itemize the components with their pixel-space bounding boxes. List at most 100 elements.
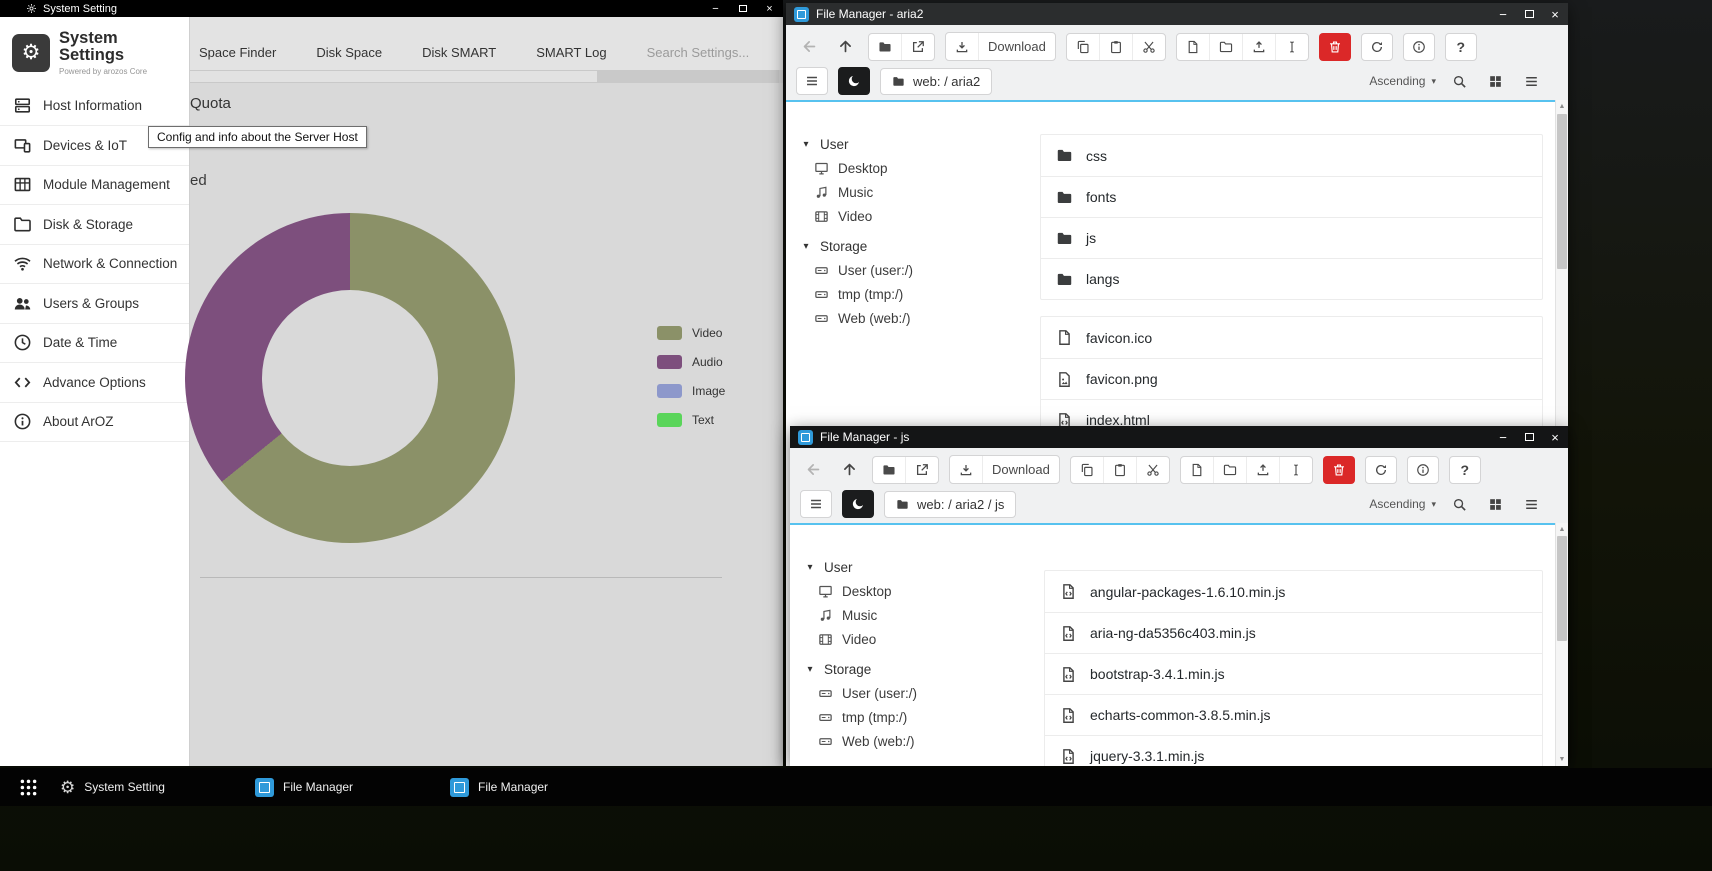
scrollbar-thumb[interactable] <box>1557 536 1567 641</box>
file-row-fonts[interactable]: fonts <box>1041 176 1542 217</box>
legend-item-image[interactable]: Image <box>657 384 725 398</box>
delete-button[interactable] <box>1323 456 1355 484</box>
help-button[interactable]: ? <box>1449 456 1481 484</box>
close-button[interactable]: × <box>1542 3 1568 25</box>
file-row-favicon-png[interactable]: favicon.png <box>1041 358 1542 399</box>
scroll-up-arrow[interactable]: ▲ <box>1556 526 1568 533</box>
back-button[interactable] <box>796 34 822 60</box>
sidebar-item-host-information[interactable]: Host Information <box>0 87 189 127</box>
rename-button[interactable] <box>1279 457 1312 483</box>
settings-search-input[interactable]: Search Settings... <box>647 45 750 60</box>
file-row-favicon-ico[interactable]: favicon.ico <box>1041 317 1542 358</box>
file-row-aria-ng[interactable]: aria-ng-da5356c403.min.js <box>1045 612 1542 653</box>
copy-button[interactable] <box>1067 34 1099 60</box>
open-external-button[interactable] <box>905 457 938 483</box>
cut-button[interactable] <box>1132 34 1165 60</box>
tree-item-desktop[interactable]: Desktop <box>805 579 1030 603</box>
up-button[interactable] <box>836 457 862 483</box>
refresh-button[interactable] <box>1361 33 1393 61</box>
window-titlebar[interactable]: System Setting − × <box>0 0 783 17</box>
menu-button[interactable] <box>800 490 832 518</box>
upload-button[interactable] <box>1246 457 1279 483</box>
minimize-button[interactable]: − <box>1490 3 1516 25</box>
horizontal-scrollbar[interactable]: > <box>190 70 783 83</box>
file-row-bootstrap[interactable]: bootstrap-3.4.1.min.js <box>1045 653 1542 694</box>
file-row-js[interactable]: js <box>1041 217 1542 258</box>
maximize-button[interactable] <box>1516 426 1542 448</box>
tree-item-desktop[interactable]: Desktop <box>801 156 1026 180</box>
list-view-button[interactable] <box>1518 491 1544 517</box>
cut-button[interactable] <box>1136 457 1169 483</box>
legend-item-text[interactable]: Text <box>657 413 725 427</box>
new-file-button[interactable] <box>1177 34 1209 60</box>
tree-section-user[interactable]: ▾User <box>801 132 1026 156</box>
refresh-button[interactable] <box>1365 456 1397 484</box>
up-button[interactable] <box>832 34 858 60</box>
sidebar-item-date-time[interactable]: Date & Time <box>0 324 189 364</box>
tree-item-web-drive[interactable]: Web (web:/) <box>805 729 1030 753</box>
open-folder-button[interactable] <box>869 34 901 60</box>
tab-smart-log[interactable]: SMART Log <box>536 45 606 60</box>
scrollbar-thumb[interactable] <box>190 71 597 82</box>
tab-space-finder[interactable]: Space Finder <box>199 45 276 60</box>
tree-item-tmp-drive[interactable]: tmp (tmp:/) <box>801 282 1026 306</box>
dark-mode-button[interactable] <box>838 67 870 95</box>
close-button[interactable]: × <box>756 0 783 17</box>
tree-item-video[interactable]: Video <box>801 204 1026 228</box>
taskbar-item-file-manager-1[interactable]: File Manager <box>243 768 438 806</box>
vertical-scrollbar[interactable]: ▲ ▼ <box>1555 523 1568 766</box>
new-folder-button[interactable] <box>1209 34 1242 60</box>
open-external-button[interactable] <box>901 34 934 60</box>
download-button[interactable]: Download <box>978 33 1055 60</box>
tree-item-music[interactable]: Music <box>805 603 1030 627</box>
help-button[interactable]: ? <box>1445 33 1477 61</box>
tree-item-user-drive[interactable]: User (user:/) <box>805 681 1030 705</box>
scroll-right-arrow[interactable]: > <box>779 70 783 83</box>
minimize-button[interactable]: − <box>1490 426 1516 448</box>
tab-disk-smart[interactable]: Disk SMART <box>422 45 496 60</box>
new-file-button[interactable] <box>1181 457 1213 483</box>
window-titlebar[interactable]: File Manager - js − × <box>790 426 1568 448</box>
new-folder-button[interactable] <box>1213 457 1246 483</box>
tree-item-tmp-drive[interactable]: tmp (tmp:/) <box>805 705 1030 729</box>
paste-button[interactable] <box>1099 34 1132 60</box>
menu-button[interactable] <box>796 67 828 95</box>
file-row-langs[interactable]: langs <box>1041 258 1542 299</box>
sidebar-item-users-groups[interactable]: Users & Groups <box>0 284 189 324</box>
restore-button[interactable] <box>729 0 756 17</box>
copy-button[interactable] <box>1071 457 1103 483</box>
scrollbar-thumb[interactable] <box>1557 114 1567 269</box>
app-launcher-button[interactable] <box>8 768 48 806</box>
file-row-jquery[interactable]: jquery-3.3.1.min.js <box>1045 735 1542 766</box>
rename-button[interactable] <box>1275 34 1308 60</box>
maximize-button[interactable] <box>1516 3 1542 25</box>
sidebar-item-module-management[interactable]: Module Management <box>0 166 189 206</box>
scroll-up-arrow[interactable]: ▲ <box>1556 103 1568 110</box>
tab-disk-space[interactable]: Disk Space <box>316 45 382 60</box>
search-button[interactable] <box>1446 68 1472 94</box>
tree-section-storage[interactable]: ▾Storage <box>801 234 1026 258</box>
grid-view-button[interactable] <box>1482 491 1508 517</box>
list-view-button[interactable] <box>1518 68 1544 94</box>
tree-item-video[interactable]: Video <box>805 627 1030 651</box>
tree-item-web-drive[interactable]: Web (web:/) <box>801 306 1026 330</box>
taskbar-item-system-setting[interactable]: ⚙System Setting <box>48 768 243 806</box>
dark-mode-button[interactable] <box>842 490 874 518</box>
sidebar-item-network-connection[interactable]: Network & Connection <box>0 245 189 285</box>
properties-button[interactable] <box>1407 456 1439 484</box>
path-breadcrumb[interactable]: web: / aria2 / js <box>884 491 1016 518</box>
search-button[interactable] <box>1446 491 1472 517</box>
open-folder-button[interactable] <box>873 457 905 483</box>
minimize-button[interactable]: − <box>702 0 729 17</box>
scroll-down-arrow[interactable]: ▼ <box>1556 756 1568 763</box>
legend-item-video[interactable]: Video <box>657 326 725 340</box>
download-icon-button[interactable] <box>946 33 978 60</box>
back-button[interactable] <box>800 457 826 483</box>
sort-dropdown[interactable]: Ascending▾ <box>1369 497 1436 511</box>
legend-item-audio[interactable]: Audio <box>657 355 725 369</box>
properties-button[interactable] <box>1403 33 1435 61</box>
tree-item-user-drive[interactable]: User (user:/) <box>801 258 1026 282</box>
taskbar-item-file-manager-2[interactable]: File Manager <box>438 768 633 806</box>
tree-section-user[interactable]: ▾User <box>805 555 1030 579</box>
download-button[interactable]: Download <box>982 456 1059 483</box>
